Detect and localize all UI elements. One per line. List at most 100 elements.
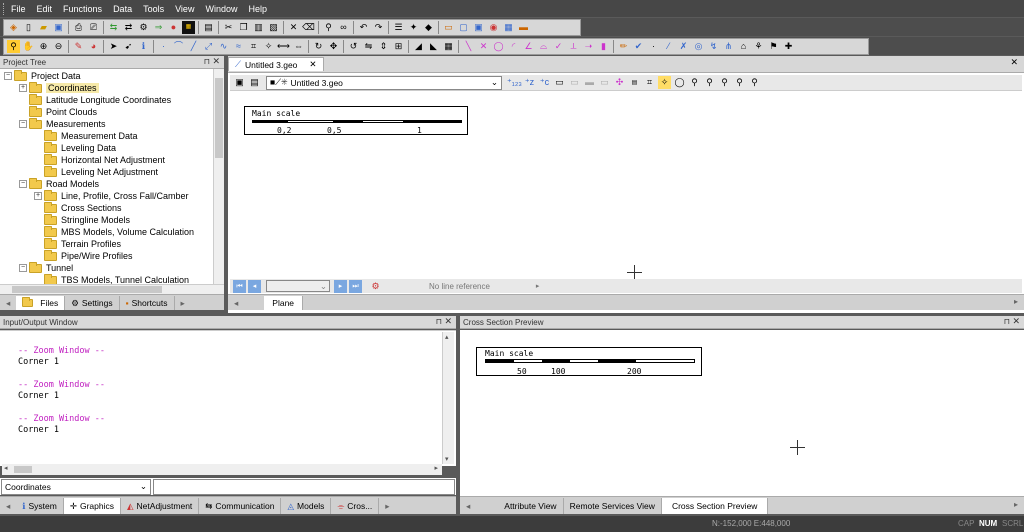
frame-2-icon[interactable]: ▭: [568, 76, 581, 89]
hatch-icon[interactable]: ◣: [427, 40, 440, 53]
tab-remote-services-view[interactable]: Remote Services View: [564, 498, 662, 514]
document-tab[interactable]: ⟋ Untitled 3.geo ✕: [228, 57, 324, 71]
eraser-icon[interactable]: ⌫: [302, 21, 315, 34]
tab-left-arrow[interactable]: ◂: [0, 498, 16, 514]
paste-special-icon[interactable]: ▧: [267, 21, 280, 34]
scroll-thumb[interactable]: [215, 78, 223, 158]
tree-item[interactable]: Measurement Data: [34, 129, 138, 142]
menu-data[interactable]: Data: [113, 4, 132, 14]
input-type-select[interactable]: Coordinates ⌄: [1, 478, 151, 495]
tree-item[interactable]: − Measurements: [19, 117, 106, 130]
measure-icon[interactable]: ⟷: [277, 40, 290, 53]
hscroll-thumb[interactable]: [14, 466, 32, 473]
diagonal-icon[interactable]: ╲: [462, 40, 475, 53]
zoom-5-icon[interactable]: ⚲: [748, 76, 761, 89]
command-input[interactable]: [153, 478, 455, 495]
frame-icon[interactable]: ▭: [553, 76, 566, 89]
pin-icon[interactable]: ⊓: [436, 317, 442, 326]
tab-left-arrow[interactable]: ◂: [460, 498, 476, 514]
cut-icon[interactable]: ✂: [222, 21, 235, 34]
zoom-1-icon[interactable]: ⚲: [688, 76, 701, 89]
tab-right-arrow[interactable]: ▸: [379, 498, 395, 514]
tools-icon[interactable]: ⚙: [137, 21, 150, 34]
expander-icon[interactable]: −: [4, 72, 12, 80]
zoom-all-icon[interactable]: ⊕: [37, 40, 50, 53]
tab-files[interactable]: Files: [16, 296, 66, 310]
menu-functions[interactable]: Functions: [63, 4, 102, 14]
window-layout-6-icon[interactable]: ▬: [517, 21, 530, 34]
menu-view[interactable]: View: [175, 4, 194, 14]
tree-item[interactable]: Leveling Net Adjustment: [34, 165, 158, 178]
tree-icon[interactable]: ⚘: [752, 40, 765, 53]
menu-edit[interactable]: Edit: [37, 4, 53, 14]
arc-tool-icon[interactable]: ◜: [507, 40, 520, 53]
next-icon[interactable]: ▸: [334, 279, 347, 293]
layer-icon[interactable]: ◆: [422, 21, 435, 34]
bezier-icon[interactable]: ⌓: [537, 40, 550, 53]
tab-cross[interactable]: ⌯ Cros...: [331, 498, 380, 514]
menu-help[interactable]: Help: [248, 4, 267, 14]
open-folder-icon[interactable]: ▰: [37, 21, 50, 34]
first-icon[interactable]: ⏮: [233, 279, 246, 293]
copy-icon[interactable]: ❐: [237, 21, 250, 34]
list-icon[interactable]: ☰: [392, 21, 405, 34]
info-icon[interactable]: ℹ: [137, 40, 150, 53]
pin-icon[interactable]: ⊓: [1004, 317, 1010, 326]
tree-item[interactable]: Latitude Longitude Coordinates: [19, 93, 171, 106]
close-icon[interactable]: ✕: [444, 316, 452, 327]
tree-item[interactable]: − Road Models: [19, 177, 99, 190]
tree-item[interactable]: TBS Models, Tunnel Calculation: [34, 273, 189, 284]
scroll-up-icon[interactable]: ▴: [445, 333, 449, 341]
tab-left-arrow[interactable]: ◂: [0, 296, 16, 310]
frame-3-icon[interactable]: ▬: [583, 76, 596, 89]
tab-system[interactable]: ℹ System: [16, 498, 64, 514]
undo-edit-icon[interactable]: ↺: [347, 40, 360, 53]
x-tool-icon[interactable]: ✗: [677, 40, 690, 53]
menu-window[interactable]: Window: [205, 4, 237, 14]
snap-icon[interactable]: ✣: [613, 76, 626, 89]
tab-right-arrow[interactable]: ▸: [1014, 297, 1018, 306]
last-icon[interactable]: ⏭: [349, 279, 362, 293]
offset-icon[interactable]: ≈: [232, 40, 245, 53]
lasso-icon[interactable]: ◯: [673, 76, 686, 89]
select-arrow-icon[interactable]: ➤: [107, 40, 120, 53]
tab-communication[interactable]: ⇆ Communication: [199, 498, 282, 514]
tab-close-icon[interactable]: ✕: [309, 59, 316, 70]
menu-tools[interactable]: Tools: [143, 4, 164, 14]
file-select[interactable]: ■⟋✳ Untitled 3.geo ⌄: [266, 75, 502, 90]
window-layout-1-icon[interactable]: ▭: [442, 21, 455, 34]
zoom-3-icon[interactable]: ⚲: [718, 76, 731, 89]
tree-item[interactable]: Pipe/Wire Profiles: [34, 249, 133, 262]
line-icon[interactable]: ╱: [187, 40, 200, 53]
number-icon[interactable]: ⁺₁₂₃: [507, 76, 522, 89]
select-multi-icon[interactable]: ➹: [122, 40, 135, 53]
expander-icon[interactable]: +: [19, 84, 27, 92]
pin-icon[interactable]: ⊓: [204, 57, 210, 66]
undo-icon[interactable]: ↶: [357, 21, 370, 34]
tab-right-arrow[interactable]: ▸: [175, 296, 191, 310]
tab-shortcuts[interactable]: ▪ Shortcuts: [120, 296, 175, 310]
zoom-window-icon[interactable]: ⚲: [7, 39, 20, 53]
fill-icon[interactable]: ◢: [412, 40, 425, 53]
tree-item[interactable]: Stringline Models: [34, 213, 130, 226]
tab-plane[interactable]: Plane: [264, 296, 304, 310]
window-layout-2-icon[interactable]: ▢: [457, 21, 470, 34]
cross-icon[interactable]: ✕: [477, 40, 490, 53]
trim-icon[interactable]: ⌗: [247, 40, 260, 53]
expand-arrow-icon[interactable]: ▸: [536, 282, 540, 290]
device-icon[interactable]: ▦: [182, 20, 195, 34]
move-icon[interactable]: ✥: [327, 40, 340, 53]
project-icon[interactable]: ◈: [7, 21, 20, 34]
expander-icon[interactable]: −: [19, 120, 27, 128]
delete-icon[interactable]: ✕: [287, 21, 300, 34]
redo-icon[interactable]: ↷: [372, 21, 385, 34]
c-label-icon[interactable]: ⁺c: [538, 76, 551, 89]
tree-item[interactable]: Point Clouds: [19, 105, 97, 118]
expander-icon[interactable]: −: [19, 180, 27, 188]
polyline-icon[interactable]: ⤢: [202, 40, 215, 53]
tree-item[interactable]: Leveling Data: [34, 141, 116, 154]
window-layout-4-icon[interactable]: ◉: [487, 21, 500, 34]
paint-icon[interactable]: ◕: [87, 40, 100, 53]
grid-icon[interactable]: ▦: [442, 40, 455, 53]
transfer-icon[interactable]: ⇒: [152, 21, 165, 34]
